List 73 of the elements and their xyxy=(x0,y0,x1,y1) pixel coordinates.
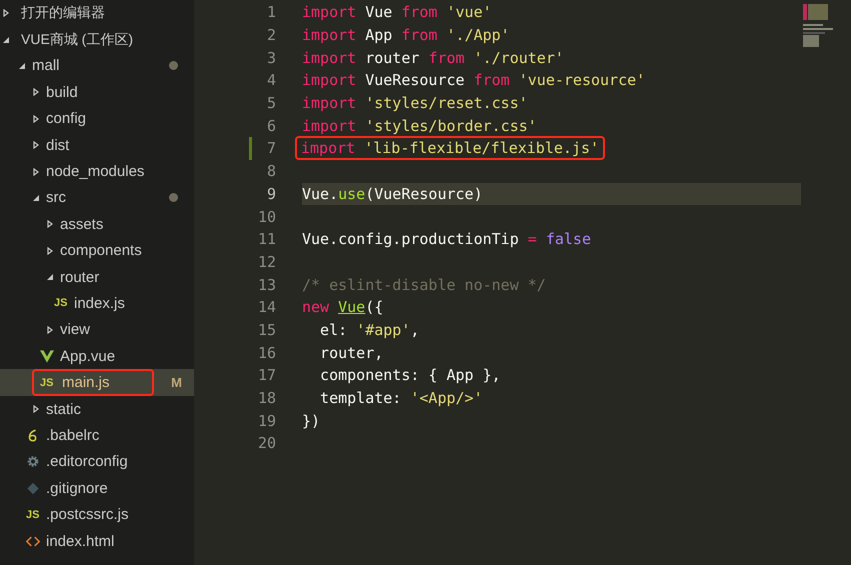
line-number: 9 xyxy=(266,184,276,203)
code-line: }) xyxy=(302,412,320,430)
section-title[interactable]: 打开的编辑器 xyxy=(21,4,105,22)
line-number: 1 xyxy=(266,3,276,22)
collapsed-arrow-icon[interactable] xyxy=(46,326,54,334)
collapsed-arrow-icon[interactable] xyxy=(32,405,40,414)
line-number: 10 xyxy=(256,208,276,226)
expanded-arrow-icon[interactable] xyxy=(2,36,10,44)
code-brackets-icon xyxy=(26,534,40,548)
line-number: 3 xyxy=(266,48,276,67)
collapsed-arrow-icon[interactable] xyxy=(32,141,40,150)
code-line: Vue.config.productionTip = false xyxy=(302,230,591,248)
line-number: 8 xyxy=(266,162,276,180)
line-number: 5 xyxy=(266,94,276,112)
tree-item-label[interactable]: config xyxy=(42,108,90,130)
tree-item-label[interactable]: dist xyxy=(42,134,74,156)
collapsed-arrow-icon[interactable] xyxy=(32,168,40,176)
tree-item-label[interactable]: assets xyxy=(56,214,108,235)
expanded-arrow-icon[interactable] xyxy=(18,62,26,70)
code-line: components: { App }, xyxy=(319,366,501,384)
tree-item-label[interactable]: view xyxy=(56,319,94,340)
line-number: 2 xyxy=(266,26,276,44)
tree-item-label[interactable]: index.html xyxy=(42,530,118,552)
line-number: 4 xyxy=(266,71,276,90)
code-line: import router from './router' xyxy=(302,48,564,67)
line-number: 14 xyxy=(256,298,276,316)
code-line: import VueResource from 'vue-resource' xyxy=(302,71,646,90)
diamond-icon xyxy=(26,482,40,495)
code-line: /* eslint-disable no-new */ xyxy=(302,276,546,294)
tree-item-label[interactable]: build xyxy=(42,82,82,103)
line-number: 6 xyxy=(266,116,276,135)
tree-item-label[interactable]: .babelrc xyxy=(42,424,104,446)
tree-item-label[interactable]: components xyxy=(56,240,146,262)
code-line: el: '#app', xyxy=(319,320,420,339)
tree-item-label[interactable]: .gitignore xyxy=(42,478,112,499)
line-number: 7 xyxy=(266,139,276,158)
code-line: import 'lib-flexible/flexible.js' xyxy=(297,138,604,158)
code-line: template: '<App/>' xyxy=(319,389,483,408)
line-number: 12 xyxy=(256,252,276,271)
line-number: 11 xyxy=(256,230,276,248)
tree-item-label[interactable]: src xyxy=(42,187,70,208)
v-logo-icon xyxy=(40,350,54,363)
line-number: 13 xyxy=(256,276,276,294)
expanded-arrow-icon[interactable] xyxy=(46,273,54,282)
code-line: import Vue from 'vue' xyxy=(302,3,492,22)
tree-item-label[interactable]: App.vue xyxy=(56,346,120,367)
line-number: 18 xyxy=(256,389,276,408)
modified-status-label: M xyxy=(171,375,182,390)
line-number: 16 xyxy=(256,344,276,362)
code-line: import App from './App' xyxy=(302,26,510,44)
line-number: 20 xyxy=(256,434,276,452)
collapsed-arrow-icon[interactable] xyxy=(46,220,54,228)
collapsed-arrow-icon[interactable] xyxy=(32,88,40,96)
tree-item-label[interactable]: router xyxy=(56,266,104,288)
line-number: 15 xyxy=(256,320,276,339)
code-line: Vue.use(VueResource) xyxy=(302,184,483,203)
collapsed-arrow-icon[interactable] xyxy=(46,246,54,255)
code-line: router, xyxy=(319,344,384,362)
expanded-arrow-icon[interactable] xyxy=(32,194,40,202)
js-file-icon: JS xyxy=(40,376,60,389)
section-title[interactable]: VUE商城 (工作区) xyxy=(21,30,133,49)
code-line: new Vue({ xyxy=(302,298,384,316)
tree-item-label[interactable]: mall xyxy=(28,55,64,76)
tree-item-label[interactable]: .editorconfig xyxy=(42,451,132,472)
tree-item-label[interactable]: static xyxy=(42,398,86,420)
line-number: 19 xyxy=(256,412,276,430)
line-number: 17 xyxy=(256,366,276,384)
code-line: import 'styles/border.css' xyxy=(302,116,537,135)
code-line: import 'styles/reset.css' xyxy=(302,94,528,112)
gear-icon xyxy=(26,455,40,468)
collapsed-arrow-icon[interactable] xyxy=(32,114,40,123)
collapsed-arrow-icon[interactable] xyxy=(2,9,10,18)
tree-item-label[interactable]: node_modules xyxy=(42,161,148,182)
